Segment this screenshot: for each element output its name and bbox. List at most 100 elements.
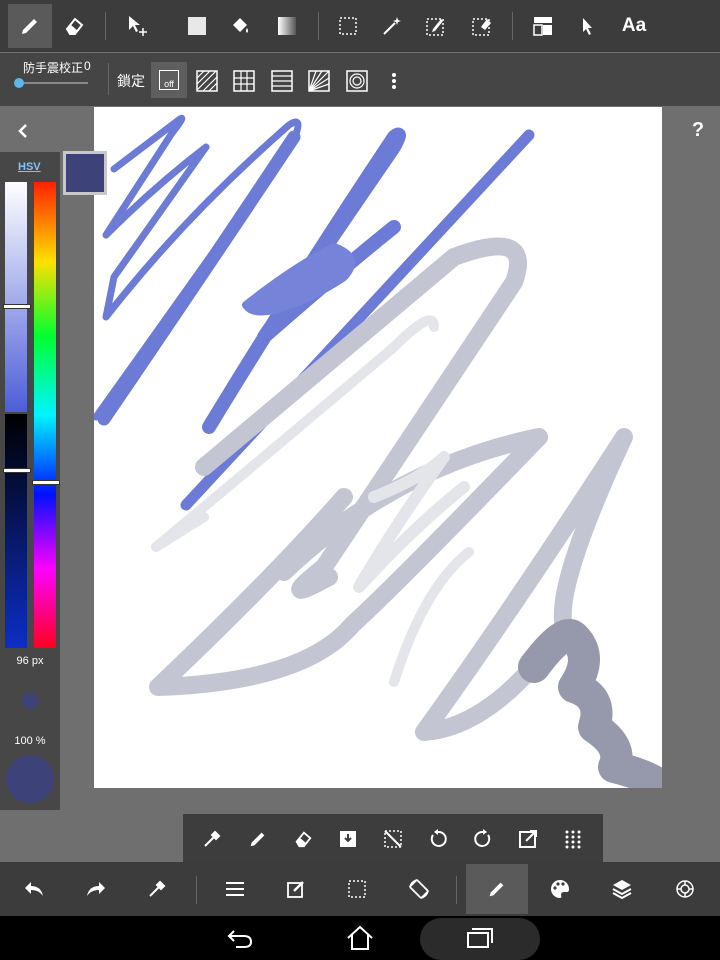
- bottom-eyedropper-button[interactable]: [143, 875, 171, 903]
- hue-slider[interactable]: [34, 182, 56, 648]
- drawing-canvas[interactable]: [94, 107, 662, 788]
- back-icon: [227, 930, 253, 948]
- current-color-fill: [66, 154, 104, 192]
- nav-back-button[interactable]: [222, 924, 258, 952]
- snap-grid-icon: [233, 70, 255, 92]
- move-tool-button[interactable]: [115, 4, 159, 48]
- help-button[interactable]: ?: [684, 116, 712, 144]
- quick-save-button[interactable]: [335, 826, 361, 852]
- select-rect-tool-button[interactable]: [326, 4, 370, 48]
- fill-rect-tool-button[interactable]: [175, 4, 219, 48]
- layer-panel-tool-button[interactable]: [521, 4, 565, 48]
- layers-button[interactable]: [608, 875, 636, 903]
- layers-icon: [612, 880, 632, 900]
- selection-button[interactable]: [343, 875, 371, 903]
- current-color-swatch[interactable]: [63, 151, 107, 195]
- settings-button[interactable]: [671, 875, 699, 903]
- nav-home-button[interactable]: [342, 922, 378, 954]
- value-slider-thumb[interactable]: [3, 467, 31, 473]
- blob-blue: [242, 243, 355, 316]
- toolbar-divider: [512, 12, 513, 40]
- operation-icon: [583, 18, 592, 35]
- nav-recents-button[interactable]: [462, 924, 498, 952]
- snap-radial-button[interactable]: [306, 68, 332, 94]
- bottom-divider: [456, 876, 457, 904]
- rotate-left-icon: [430, 829, 447, 847]
- quick-external-button[interactable]: [515, 826, 541, 852]
- text-icon: Aa: [621, 15, 647, 36]
- stroke-blue-1: [94, 114, 302, 421]
- saturation-slider-thumb[interactable]: [3, 303, 31, 309]
- snap-parallel-button[interactable]: [194, 68, 220, 94]
- rotate-right-icon: [474, 829, 491, 847]
- snap-off-button[interactable]: off: [151, 62, 187, 98]
- quick-eyedropper-button[interactable]: [199, 826, 225, 852]
- rotate-screen-button[interactable]: [405, 875, 433, 903]
- gradient-icon: [278, 17, 296, 35]
- quick-grid-button[interactable]: [560, 826, 586, 852]
- main-toolbar: Aa: [0, 0, 720, 52]
- select-eraser-tool-button[interactable]: [460, 4, 504, 48]
- bottom-pen-button[interactable]: [466, 864, 528, 914]
- more-vert-icon: [392, 73, 396, 89]
- snap-horizontal-icon: [271, 70, 293, 92]
- bottom-divider: [196, 876, 197, 904]
- palette-button[interactable]: [546, 875, 574, 903]
- select-eraser-icon: [472, 18, 491, 36]
- snap-off-text: off: [164, 79, 174, 89]
- undo-button[interactable]: [20, 875, 48, 903]
- tool-options-bar: 防手震校正 0 鎖定 off: [0, 53, 720, 106]
- stabilizer-label: 防手震校正: [23, 61, 84, 75]
- quick-clear-selection-button[interactable]: [380, 826, 406, 852]
- eyedropper-icon: [149, 880, 166, 897]
- pen-icon: [489, 882, 504, 897]
- quick-rotate-left-button[interactable]: [425, 826, 451, 852]
- toolbar-divider: [108, 63, 109, 95]
- operation-tool-button[interactable]: [566, 4, 610, 48]
- text-tool-button[interactable]: Aa: [612, 4, 656, 48]
- clear-selection-icon: [384, 830, 402, 848]
- saturation-slider[interactable]: [5, 182, 27, 412]
- opacity-preview: [6, 755, 54, 803]
- bucket-tool-button[interactable]: [219, 4, 263, 48]
- color-mode-label[interactable]: HSV: [18, 161, 41, 173]
- quick-rotate-right-button[interactable]: [470, 826, 496, 852]
- stabilizer-slider-thumb[interactable]: [14, 78, 24, 88]
- eraser-tool-button[interactable]: [52, 4, 96, 48]
- eraser-icon: [295, 831, 312, 848]
- redo-icon: [87, 882, 105, 896]
- bucket-icon: [233, 18, 248, 33]
- hue-slider-thumb[interactable]: [32, 480, 60, 486]
- canvas-artwork: [94, 114, 662, 788]
- snap-grid-button[interactable]: [231, 68, 257, 94]
- stroke-gray-2: [151, 315, 439, 552]
- color-panel: HSV 96 px 100 %: [0, 152, 60, 810]
- grid-icon: [565, 830, 581, 849]
- select-pen-icon: [426, 18, 444, 36]
- menu-icon: [226, 882, 244, 896]
- menu-button[interactable]: [221, 875, 249, 903]
- select-pen-tool-button[interactable]: [414, 4, 458, 48]
- stabilizer-slider[interactable]: [14, 78, 88, 88]
- more-options-button[interactable]: [384, 68, 404, 94]
- value-slider[interactable]: [5, 414, 27, 648]
- quick-pen-button[interactable]: [245, 826, 271, 852]
- snap-circle-icon: [346, 70, 368, 92]
- redo-button[interactable]: [82, 875, 110, 903]
- collapse-panel-button[interactable]: [10, 118, 36, 144]
- home-icon: [347, 925, 373, 950]
- select-rect-icon: [339, 17, 357, 35]
- quick-eraser-button[interactable]: [290, 826, 316, 852]
- selection-icon: [348, 880, 366, 898]
- gradient-tool-button[interactable]: [265, 4, 309, 48]
- eraser-icon: [65, 17, 84, 35]
- edit-button[interactable]: [282, 875, 310, 903]
- bottom-action-bar: [0, 862, 720, 916]
- pen-tool-button[interactable]: [8, 4, 52, 48]
- magic-wand-tool-button[interactable]: [370, 4, 414, 48]
- snap-parallel-icon: [196, 70, 218, 92]
- snap-circle-button[interactable]: [344, 68, 370, 94]
- magic-wand-icon: [383, 17, 401, 35]
- brush-size-preview: [22, 693, 38, 709]
- snap-horizontal-button[interactable]: [269, 68, 295, 94]
